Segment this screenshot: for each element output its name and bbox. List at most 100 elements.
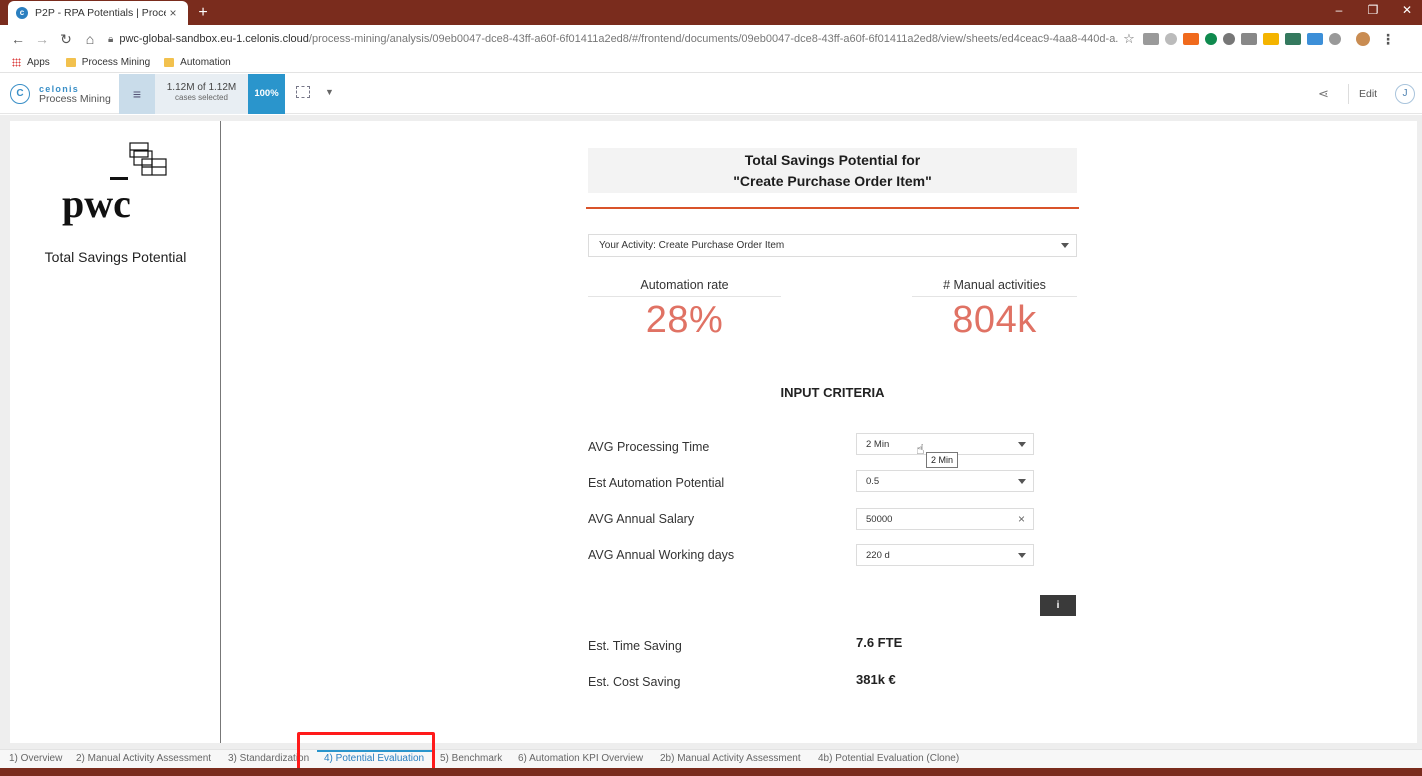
kpi-manual-activities: # Manual activities 804k — [912, 278, 1077, 342]
menu-icon[interactable]: ≡ — [119, 74, 155, 114]
taskbar — [0, 768, 1422, 776]
clear-icon[interactable]: × — [1018, 512, 1025, 526]
extension-icon[interactable] — [1241, 33, 1257, 45]
cases-label: cases selected — [175, 93, 228, 102]
tab-overview[interactable]: 1) Overview — [9, 753, 62, 764]
activity-dropdown[interactable]: Your Activity: Create Purchase Order Ite… — [588, 234, 1077, 257]
minimize-icon[interactable]: – — [1324, 3, 1354, 17]
chevron-down-icon — [1018, 442, 1026, 447]
browser-tab-title: P2P - RPA Potentials | Process An — [35, 7, 166, 19]
annual-salary-label: AVG Annual Salary — [588, 512, 695, 526]
profile-icon[interactable] — [1356, 32, 1370, 46]
kpi-value: 804k — [952, 299, 1037, 341]
activity-dropdown-value: Your Activity: Create Purchase Order Ite… — [599, 240, 785, 251]
chevron-down-icon[interactable]: ▼ — [325, 87, 334, 97]
sheet: pwc Total Savings Potential Total Saving… — [10, 121, 1417, 743]
selection-percentage: 100% — [248, 74, 285, 114]
selection-tool-icon[interactable] — [296, 86, 310, 98]
sheet-canvas: pwc Total Savings Potential Total Saving… — [0, 115, 1422, 749]
automation-potential-value: 0.5 — [866, 476, 880, 487]
forward-icon[interactable]: → — [30, 31, 54, 47]
time-saving-value: 7.6 FTE — [856, 635, 903, 650]
browser-toolbar: ← → ↻ ⌂ 🔒︎ pwc-global-sandbox.eu-1.celon… — [0, 25, 1422, 53]
chevron-down-icon — [1018, 479, 1026, 484]
close-tab-icon[interactable]: × — [166, 6, 180, 20]
processing-time-value: 2 Min — [866, 439, 890, 450]
bookmark-label: Process Mining — [81, 57, 151, 68]
annual-salary-value: 50000 — [866, 514, 893, 525]
extension-icon[interactable] — [1285, 33, 1301, 45]
time-saving-label: Est. Time Saving — [588, 639, 682, 653]
share-icon[interactable]: ⋖ — [1318, 86, 1329, 102]
restore-icon[interactable]: ❐ — [1358, 3, 1388, 17]
window-close-icon[interactable]: ✕ — [1392, 3, 1422, 17]
header-divider — [586, 207, 1079, 209]
case-selection-indicator[interactable]: 1.12M of 1.12M cases selected — [155, 74, 248, 114]
kpi-automation-rate: Automation rate 28% — [588, 278, 781, 342]
avatar[interactable]: J — [1395, 84, 1415, 104]
bookmarks-bar: Apps Process Mining Automation — [0, 53, 1422, 73]
browser-tab[interactable]: c P2P - RPA Potentials | Process An × — [8, 1, 188, 25]
header-line-1: Total Savings Potential for — [744, 152, 921, 168]
tab-automation-kpi-overview[interactable]: 6) Automation KPI Overview — [518, 753, 643, 764]
celonis-favicon-icon: c — [16, 7, 28, 19]
annual-salary-input[interactable]: 50000 × — [856, 508, 1034, 530]
mouse-pointer-icon: ☝ — [916, 441, 925, 457]
tab-potential-evaluation-clone[interactable]: 4b) Potential Evaluation (Clone) — [818, 753, 959, 764]
extension-icon[interactable] — [1223, 33, 1235, 45]
sheet-header: Total Savings Potential for "Create Purc… — [588, 148, 1077, 193]
bookmark-label: Apps — [27, 57, 50, 68]
folder-icon — [65, 58, 76, 67]
app-header: C celonis Process Mining ≡ 1.12M of 1.12… — [0, 74, 1422, 114]
chevron-down-icon — [1061, 243, 1069, 248]
pwc-logo: pwc — [62, 142, 167, 226]
sheet-tabs: 1) Overview 2) Manual Activity Assessmen… — [0, 749, 1422, 768]
browser-menu-icon[interactable]: ⋮ — [1379, 31, 1397, 48]
extension-icon[interactable] — [1183, 33, 1199, 45]
working-days-dropdown[interactable]: 220 d — [856, 544, 1034, 566]
kpi-label: # Manual activities — [912, 278, 1077, 297]
cost-saving-value: 381k € — [856, 672, 896, 687]
apps-grid-icon — [12, 58, 21, 67]
tab-manual-activity-assessment[interactable]: 2) Manual Activity Assessment — [76, 753, 211, 764]
tab-benchmark[interactable]: 5) Benchmark — [440, 753, 502, 764]
automation-potential-dropdown[interactable]: 0.5 — [856, 470, 1034, 492]
folder-icon — [164, 58, 175, 67]
home-icon[interactable]: ⌂ — [78, 31, 102, 47]
bookmark-star-icon[interactable]: ☆ — [1118, 31, 1140, 47]
kpi-value: 28% — [645, 299, 724, 341]
cost-saving-label: Est. Cost Saving — [588, 675, 681, 689]
back-icon[interactable]: ← — [6, 31, 30, 47]
left-panel-title: Total Savings Potential — [44, 249, 187, 265]
extension-icon[interactable] — [1165, 33, 1177, 45]
tab-manual-activity-assessment-2b[interactable]: 2b) Manual Activity Assessment — [660, 753, 801, 764]
extension-icon[interactable] — [1205, 33, 1217, 45]
tooltip: 2 Min — [926, 452, 959, 468]
extension-icon[interactable] — [1143, 33, 1159, 45]
pwc-logo-text: pwc — [62, 181, 131, 226]
address-bar[interactable]: 🔒︎ pwc-global-sandbox.eu-1.celonis.cloud… — [108, 28, 1118, 50]
lock-icon: 🔒︎ — [108, 33, 114, 45]
reload-icon[interactable]: ↻ — [54, 31, 78, 48]
working-days-value: 220 d — [866, 550, 890, 561]
kpi-label: Automation rate — [588, 278, 781, 297]
browser-tab-strip: c P2P - RPA Potentials | Process An × + … — [0, 0, 1422, 25]
chevron-down-icon — [1018, 553, 1026, 558]
bookmark-apps[interactable]: Apps — [12, 57, 50, 68]
divider — [1348, 84, 1349, 104]
info-button[interactable]: i — [1040, 595, 1076, 616]
working-days-label: AVG Annual Working days — [588, 548, 735, 562]
bookmark-automation[interactable]: Automation — [164, 57, 231, 68]
extension-icon[interactable] — [1329, 33, 1341, 45]
bookmark-process-mining[interactable]: Process Mining — [65, 57, 151, 68]
product-name: Process Mining — [39, 93, 111, 105]
celonis-logo[interactable]: C celonis Process Mining — [10, 84, 111, 104]
edit-button[interactable]: Edit — [1359, 88, 1377, 100]
header-line-2: "Create Purchase Order Item" — [733, 173, 932, 189]
left-panel: pwc Total Savings Potential — [10, 121, 221, 743]
extension-icon[interactable] — [1263, 33, 1279, 45]
cases-count: 1.12M of 1.12M — [166, 82, 237, 93]
new-tab-button[interactable]: + — [194, 4, 212, 22]
automation-potential-label: Est Automation Potential — [588, 476, 725, 490]
extension-icon[interactable] — [1307, 33, 1323, 45]
